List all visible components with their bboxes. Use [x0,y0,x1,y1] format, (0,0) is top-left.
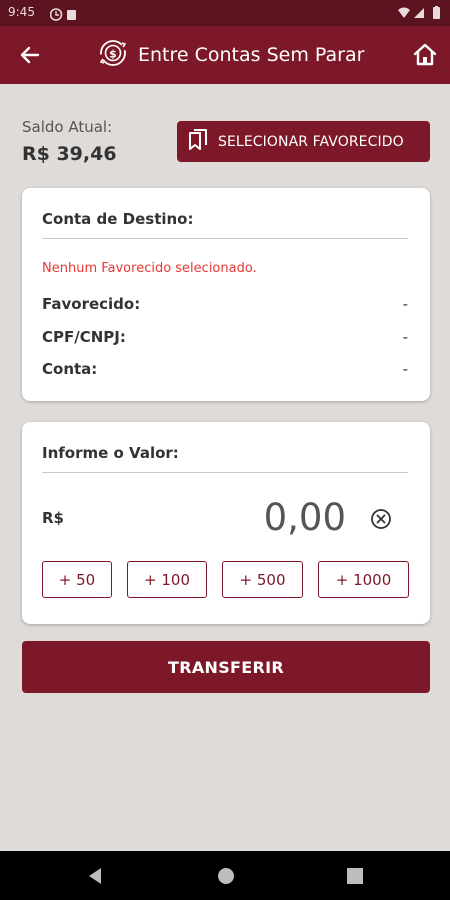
signal-icon [414,8,424,18]
android-nav-bar [0,851,450,900]
quick-add-1000-button[interactable]: + 1000 [318,561,409,598]
status-notification-icons [49,6,78,25]
value-title: Informe o Valor: [42,444,179,462]
svg-text:$: $ [109,48,117,61]
destination-title: Conta de Destino: [42,210,194,228]
cpf-cnpj-value: - [402,328,408,346]
balance-label: Saldo Atual: [22,118,113,136]
favorecido-label: Favorecido: [42,295,141,313]
divider [42,472,408,473]
destination-card: Conta de Destino: Nenhum Favorecido sele… [22,188,430,401]
bookmarks-icon [187,128,209,156]
nav-back-icon[interactable] [87,867,103,889]
amount-input[interactable]: 0,00 [264,496,346,539]
cpf-cnpj-label: CPF/CNPJ: [42,328,126,346]
nav-home-icon[interactable] [217,867,235,889]
back-arrow-icon[interactable] [18,43,42,67]
conta-label: Conta: [42,360,98,378]
no-favorite-message: Nenhum Favorecido selecionado. [42,261,257,276]
currency-label: R$ [42,509,64,527]
clear-circle-icon[interactable] [370,508,392,530]
app-title-group: $ Entre Contas Sem Parar [98,40,364,70]
money-transfer-icon: $ [98,38,128,72]
status-time: 9:45 [8,5,35,19]
home-icon[interactable] [412,42,438,68]
conta-value: - [402,360,408,378]
app-bar: $ Entre Contas Sem Parar [0,26,450,84]
select-favorite-label: SELECIONAR FAVORECIDO [218,133,404,150]
status-bar: 9:45 [0,0,450,26]
wifi-icon [398,7,410,18]
quick-add-500-button[interactable]: + 500 [222,561,303,598]
quick-add-100-button[interactable]: + 100 [127,561,207,598]
quick-add-50-button[interactable]: + 50 [42,561,112,598]
divider [42,238,408,239]
balance-value: R$ 39,46 [22,143,117,165]
select-favorite-button[interactable]: SELECIONAR FAVORECIDO [177,121,430,162]
nav-recents-icon[interactable] [347,868,363,888]
value-card: Informe o Valor: R$ 0,00 + 50 + 100 + 50… [22,422,430,624]
battery-icon [433,7,440,19]
page-title: Entre Contas Sem Parar [138,44,365,66]
status-system-icons [396,5,444,24]
favorecido-value: - [402,295,408,313]
transfer-button[interactable]: TRANSFERIR [22,641,430,693]
